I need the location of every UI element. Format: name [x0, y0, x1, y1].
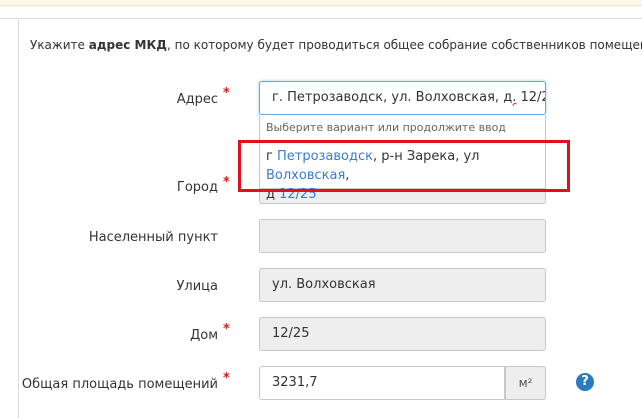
- settlement-input[interactable]: [259, 219, 546, 253]
- address-required-mark: *: [223, 86, 230, 101]
- house-input[interactable]: 12/25: [259, 317, 546, 351]
- settlement-label: Населенный пункт: [88, 230, 218, 245]
- address-input[interactable]: г. Петрозаводск, ул. Волховская, д. 12/2…: [259, 81, 546, 115]
- intro-text: Укажите адрес МКД, по которому будет про…: [30, 38, 642, 52]
- question-circle-icon[interactable]: ?: [576, 373, 594, 391]
- area-label: Общая площадь помещений: [21, 377, 218, 392]
- city-label: Город: [176, 180, 218, 195]
- street-input[interactable]: ул. Волховская: [259, 268, 546, 302]
- intro-bold: адрес МКД: [88, 38, 167, 52]
- area-required-mark: *: [223, 371, 230, 386]
- annotation-highlight-box: [238, 140, 570, 192]
- area-unit: м²: [505, 366, 546, 400]
- suggestions-hint: Выберите вариант или продолжите ввод: [260, 115, 545, 141]
- area-input[interactable]: 3231,7: [259, 366, 505, 400]
- spellcheck-word: д.: [503, 90, 517, 105]
- street-label: Улица: [176, 279, 219, 294]
- address-panel: [0, 18, 642, 418]
- top-banner: [0, 0, 642, 6]
- address-label: Адрес: [176, 92, 218, 107]
- panel-left-border: [18, 18, 19, 418]
- house-label: Дом: [190, 328, 218, 343]
- city-required-mark: *: [223, 175, 230, 190]
- house-required-mark: *: [223, 322, 230, 337]
